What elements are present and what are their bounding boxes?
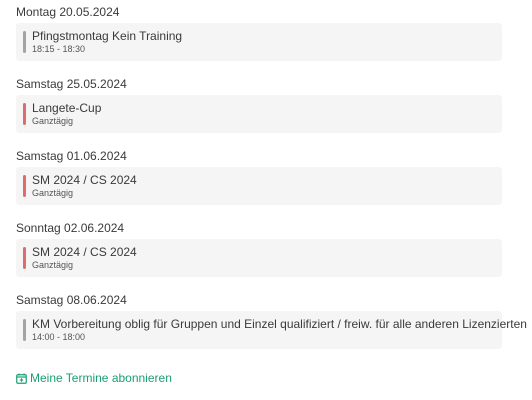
event-title: SM 2024 / CS 2024 — [32, 173, 137, 187]
event-time: 14:00 - 18:00 — [32, 332, 86, 342]
event-card[interactable]: Langete-Cup Ganztägig — [16, 95, 502, 133]
schedule-page: Montag 20.05.2024 Pfingstmontag Kein Tra… — [0, 0, 532, 400]
event-title: Pfingstmontag Kein Training — [32, 29, 183, 43]
event-category-bar — [23, 319, 26, 341]
event-title: SM 2024 / CS 2024 — [32, 245, 137, 259]
event-card[interactable]: SM 2024 / CS 2024 Ganztägig — [16, 167, 502, 205]
event-title: Langete-Cup — [32, 101, 102, 115]
day-date-heading: Samstag 08.06.2024 — [16, 293, 127, 307]
subscribe-calendar-link[interactable]: Meine Termine abonnieren — [16, 371, 172, 385]
event-category-bar — [23, 103, 26, 125]
day-section: Samstag 08.06.2024 KM Vorbereitung oblig… — [16, 293, 527, 349]
day-date-heading: Montag 20.05.2024 — [16, 5, 120, 19]
day-date-heading: Samstag 25.05.2024 — [16, 77, 127, 91]
event-time: Ganztägig — [32, 188, 74, 198]
event-time: 18:15 - 18:30 — [32, 44, 86, 54]
day-section: Montag 20.05.2024 Pfingstmontag Kein Tra… — [16, 5, 502, 61]
event-card[interactable]: SM 2024 / CS 2024 Ganztägig — [16, 239, 502, 277]
event-category-bar — [23, 175, 26, 197]
event-time: Ganztägig — [32, 260, 74, 270]
day-section: Samstag 01.06.2024 SM 2024 / CS 2024 Gan… — [16, 149, 502, 205]
event-card[interactable]: Pfingstmontag Kein Training 18:15 - 18:3… — [16, 23, 502, 61]
day-date-heading: Samstag 01.06.2024 — [16, 149, 127, 163]
subscribe-link-label: Meine Termine abonnieren — [30, 371, 172, 385]
day-section: Sonntag 02.06.2024 SM 2024 / CS 2024 Gan… — [16, 221, 502, 277]
calendar-plus-icon — [16, 373, 27, 384]
event-card[interactable]: KM Vorbereitung oblig für Gruppen und Ei… — [16, 311, 527, 349]
day-section: Samstag 25.05.2024 Langete-Cup Ganztägig — [16, 77, 502, 133]
event-title: KM Vorbereitung oblig für Gruppen und Ei… — [32, 317, 527, 331]
event-time: Ganztägig — [32, 116, 74, 126]
day-date-heading: Sonntag 02.06.2024 — [16, 221, 125, 235]
event-category-bar — [23, 247, 26, 269]
event-category-bar — [23, 31, 26, 53]
